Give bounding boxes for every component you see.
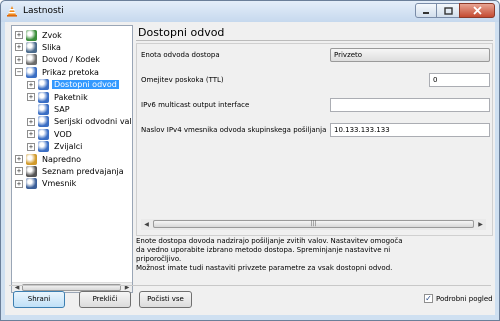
tree-item[interactable]: + VOD (27, 128, 74, 140)
tree-item-label: Dostopni odvod (52, 80, 119, 90)
expand-icon[interactable]: + (15, 167, 23, 176)
audio-icon (26, 29, 37, 41)
tree-item[interactable]: + Zvijalci (27, 141, 84, 153)
form-horizontal-scrollbar[interactable]: ◀ ||| ▶ (141, 219, 486, 230)
expand-icon[interactable]: + (15, 179, 23, 188)
ttl-spinbox[interactable]: 0 (429, 73, 490, 87)
title-bar[interactable]: Lastnosti (1, 1, 499, 22)
tree-item-label: Napredno (42, 154, 82, 164)
advanced-icon (26, 153, 37, 165)
tree-item[interactable]: + Napredno (15, 153, 83, 165)
maximize-button[interactable] (436, 3, 460, 18)
tree-item-label: Slika (42, 42, 61, 52)
expand-icon[interactable]: + (27, 130, 35, 139)
tree-item[interactable]: + Zvok (15, 29, 64, 41)
tree-item-label: Zvok (42, 30, 62, 40)
packetizer-icon (38, 141, 49, 153)
scroll-right-icon[interactable]: ▶ (475, 219, 486, 230)
ipv4-interface-label: Naslov IPv4 vmesnika odvoda skupinskega … (141, 126, 327, 134)
minimize-icon (423, 11, 429, 14)
vlc-cone-icon (7, 6, 17, 17)
expand-icon[interactable]: + (15, 31, 23, 39)
access-filter-select[interactable]: Privzeto (330, 48, 490, 62)
expand-icon (27, 105, 35, 113)
expand-icon[interactable]: + (15, 155, 23, 163)
tree-item[interactable]: + Vmesnik (15, 178, 78, 190)
footer-divider (9, 285, 491, 286)
tree-item-label: Zvijalci (54, 142, 83, 152)
help-line: Enote dostopa dovoda nadzirajo pošiljanj… (136, 237, 403, 245)
access-output-icon (38, 79, 49, 91)
tree-item[interactable]: SAP (27, 103, 72, 115)
tree-item-label: Seznam predvajanja (42, 166, 124, 176)
expand-icon[interactable]: + (27, 117, 35, 126)
panel-title: Dostopni odvod (138, 26, 225, 39)
window-controls (415, 3, 495, 18)
help-line: da vedno uporabite izbrano metodo dostop… (136, 246, 391, 254)
video-icon (26, 41, 37, 53)
tree-item[interactable]: + Dovod / Kodek (15, 54, 102, 66)
maximize-icon (443, 6, 453, 15)
help-line: priporočljivo. (136, 255, 182, 263)
tree-item-label: Dovod / Kodek (42, 55, 100, 65)
close-button[interactable] (459, 3, 495, 18)
expand-icon[interactable]: + (15, 43, 23, 52)
expand-icon[interactable]: + (15, 55, 23, 64)
cancel-button[interactable]: Prekliči (79, 291, 131, 308)
tree-item[interactable]: + Dostopni odvod (27, 79, 119, 91)
advanced-view-label: Podrobni pogled (436, 294, 493, 303)
expand-icon[interactable]: + (27, 93, 35, 101)
advanced-view-checkbox[interactable]: ✓ (424, 294, 433, 303)
interface-icon (26, 178, 37, 190)
settings-form: Enota odvoda dostopa Privzeto Omejitev p… (136, 43, 493, 236)
ipv4-interface-input[interactable]: 10.133.133.133 (330, 123, 490, 137)
tree-item-label: Paketnik (54, 92, 88, 102)
collapse-icon[interactable]: − (15, 68, 23, 77)
muxer-icon (38, 91, 49, 103)
reset-all-button[interactable]: Počisti vse (139, 291, 192, 308)
scrollbar-thumb[interactable]: ||| (153, 220, 474, 228)
sap-icon (38, 103, 49, 115)
close-icon (472, 6, 482, 15)
tree-item[interactable]: + Paketnik (27, 91, 90, 103)
stream-output-icon (26, 66, 37, 78)
ipv6-interface-input[interactable] (330, 98, 490, 112)
save-button[interactable]: Shrani (13, 291, 65, 308)
playlist-icon (26, 165, 37, 177)
window-title: Lastnosti (23, 6, 64, 16)
tree-item-label: SAP (54, 104, 70, 114)
ttl-label: Omejitev poskoka (TTL) (141, 76, 224, 84)
access-filter-label: Enota odvoda dostopa (141, 51, 220, 59)
preferences-window: Lastnosti + Zvok + Slika + Dovod / Kodek − Prik… (0, 0, 500, 321)
tree-item[interactable]: − Prikaz pretoka (15, 66, 101, 78)
tree-item-label: Serijski odvodni val (54, 117, 132, 127)
serial-output-icon (38, 116, 49, 128)
minimize-button[interactable] (415, 3, 437, 18)
tree-item-label: Vmesnik (42, 179, 77, 189)
tree-item[interactable]: + Slika (15, 41, 63, 53)
expand-icon[interactable]: + (27, 80, 35, 89)
dialog-body: + Zvok + Slika + Dovod / Kodek − Prikaz pretoka… (5, 22, 495, 315)
ipv6-interface-label: IPv6 multicast output interface (141, 101, 250, 109)
expand-icon[interactable]: + (27, 142, 35, 151)
preferences-tree[interactable]: + Zvok + Slika + Dovod / Kodek − Prikaz pretoka… (11, 25, 133, 293)
tree-item-label: Prikaz pretoka (42, 67, 99, 77)
advanced-view-toggle[interactable]: ✓ Podrobni pogled (424, 294, 493, 303)
help-line: Možnost imate tudi nastaviti privzete pa… (136, 264, 393, 272)
scroll-left-icon[interactable]: ◀ (141, 219, 152, 230)
divider (136, 40, 493, 41)
help-text: Enote dostopa dovoda nadzirajo pošiljanj… (136, 237, 493, 273)
tree-item-label: VOD (54, 129, 72, 139)
input-codec-icon (26, 54, 37, 66)
vod-icon (38, 128, 49, 140)
tree-item[interactable]: + Seznam predvajanja (15, 165, 126, 177)
tree-item[interactable]: + Serijski odvodni val (27, 116, 132, 128)
